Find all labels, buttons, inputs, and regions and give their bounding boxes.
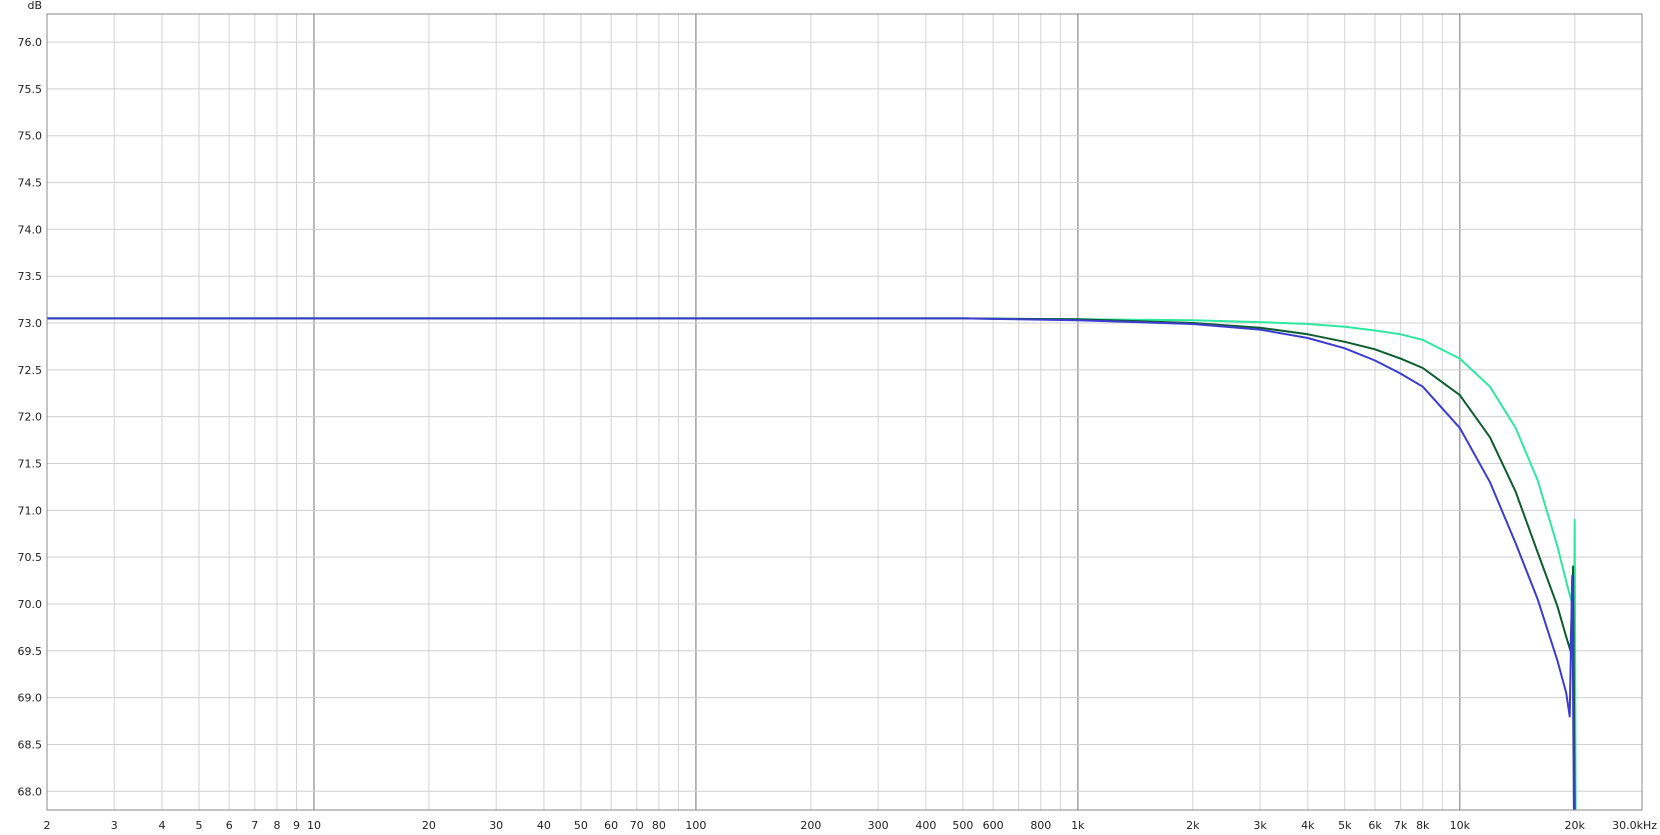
x-tick-label: 300: [868, 819, 889, 832]
x-tick-label: 60: [604, 819, 618, 832]
y-tick-label: 71.0: [18, 504, 43, 517]
y-tick-label: 68.5: [18, 738, 43, 751]
x-tick-label: 500: [952, 819, 973, 832]
y-axis-unit: dB: [27, 0, 42, 12]
x-tick-label: 2: [44, 819, 51, 832]
x-tick-label: 10k: [1450, 819, 1471, 832]
x-tick-label: 6: [226, 819, 233, 832]
x-tick-label: 6k: [1368, 819, 1382, 832]
x-tick-label: 400: [915, 819, 936, 832]
x-tick-label: 200: [800, 819, 821, 832]
x-tick-label: 100: [685, 819, 706, 832]
x-tick-label: 2k: [1186, 819, 1200, 832]
plot-frame: [46, 13, 1643, 811]
x-tick-label: 30.0kHz: [1612, 819, 1657, 832]
x-tick-label: 50: [574, 819, 588, 832]
x-tick-label: 8k: [1416, 819, 1430, 832]
x-tick-labels: 2 3 4 5 6 7 8 9 10 20 30 40 50 60 70 80 100 200 300 400 500 6…: [44, 819, 1658, 832]
y-tick-label: 71.5: [18, 458, 43, 471]
y-tick-label: 73.0: [18, 317, 43, 330]
x-tick-label: 800: [1030, 819, 1051, 832]
y-tick-label: 74.5: [18, 177, 43, 190]
y-tick-label: 70.0: [18, 598, 43, 611]
x-tick-label: 4: [158, 819, 165, 832]
x-tick-label: 600: [983, 819, 1004, 832]
y-tick-labels: 76.0 75.5 75.0 74.5 74.0 73.5 73.0 72.5 72.0 71.5…: [18, 36, 43, 798]
x-tick-label: 7: [251, 819, 258, 832]
x-tick-label: 20k: [1565, 819, 1586, 832]
y-tick-label: 72.0: [18, 411, 43, 424]
y-tick-label: 69.0: [18, 692, 43, 705]
y-tick-label: 69.5: [18, 645, 43, 658]
x-tick-label: 40: [537, 819, 551, 832]
y-tick-label: 75.0: [18, 130, 43, 143]
x-tick-label: 8: [273, 819, 280, 832]
y-tick-label: 75.5: [18, 83, 43, 96]
x-tick-label: 5k: [1338, 819, 1352, 832]
x-tick-label: 3: [111, 819, 118, 832]
y-tick-label: 76.0: [18, 36, 43, 49]
x-tick-label: 20: [422, 819, 436, 832]
x-tick-label: 9: [293, 819, 300, 832]
x-tick-label: 80: [652, 819, 666, 832]
y-tick-label: 68.0: [18, 785, 43, 798]
y-tick-label: 70.5: [18, 551, 43, 564]
x-tick-label: 1k: [1071, 819, 1085, 832]
x-tick-label: 7k: [1394, 819, 1408, 832]
x-tick-label: 10: [307, 819, 321, 832]
y-tick-label: 72.5: [18, 364, 43, 377]
x-tick-label: 4k: [1301, 819, 1315, 832]
x-tick-label: 3k: [1253, 819, 1267, 832]
frequency-response-chart: 76.0 75.5 75.0 74.5 74.0 73.5 73.0 72.5 72.0 71.5…: [18, 0, 1658, 832]
x-tick-label: 5: [195, 819, 202, 832]
x-tick-label: 70: [630, 819, 644, 832]
y-tick-label: 73.5: [18, 270, 43, 283]
x-tick-label: 30: [489, 819, 503, 832]
y-tick-label: 74.0: [18, 223, 43, 236]
grid-lines: [46, 14, 1643, 810]
